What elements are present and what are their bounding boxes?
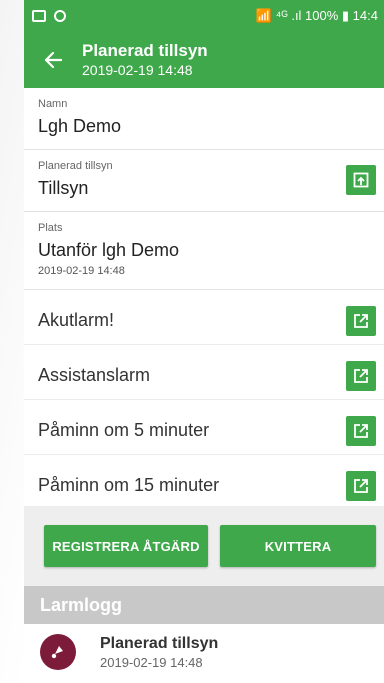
alarm-row-remind-15[interactable]: Påminn om 15 minuter xyxy=(24,455,384,506)
open-alarm-button[interactable] xyxy=(346,416,376,446)
ring-icon xyxy=(54,10,66,22)
alarm-row-remind-5[interactable]: Påminn om 5 minuter xyxy=(24,400,384,455)
visit-type-icon xyxy=(40,634,76,670)
field-planned-visit: Planerad tillsyn Tillsyn xyxy=(24,150,384,212)
page-title: Planerad tillsyn xyxy=(82,41,208,60)
log-item-title: Planerad tillsyn xyxy=(100,634,219,652)
open-details-button[interactable] xyxy=(346,165,376,195)
alarm-label: Påminn om 5 minuter xyxy=(38,420,210,440)
log-list-item[interactable]: Planerad tillsyn 2019-02-19 14:48 xyxy=(24,624,384,680)
external-link-icon xyxy=(354,314,368,328)
status-right: 📶 ⁴ᴳ .ıl 100% ▮ 14:4 xyxy=(255,8,378,23)
action-bar: REGISTRERA ÅTGÄRD KVITTERA xyxy=(24,506,384,586)
external-link-icon xyxy=(354,479,368,493)
field-location: Plats Utanför lgh Demo 2019-02-19 14:48 xyxy=(24,212,384,290)
alarm-label: Assistanslarm xyxy=(38,365,151,385)
alarm-label: Akutlarm! xyxy=(38,310,115,330)
alarm-row-acute[interactable]: Akutlarm! xyxy=(24,290,384,345)
alarm-row-assistance[interactable]: Assistanslarm xyxy=(24,345,384,400)
app-bar: Planerad tillsyn 2019-02-19 14:48 xyxy=(24,32,384,88)
log-header: Larmlogg xyxy=(24,586,384,624)
field-label: Planerad tillsyn xyxy=(38,160,113,172)
log-item-time: 2019-02-19 14:48 xyxy=(100,654,203,670)
app-screen: 📶 ⁴ᴳ .ıl 100% ▮ 14:4 Planerad tillsyn 20… xyxy=(24,0,384,683)
field-label: Plats xyxy=(38,222,63,234)
register-action-button[interactable]: REGISTRERA ÅTGÄRD xyxy=(44,525,208,567)
document-arrow-icon xyxy=(353,172,369,188)
field-value: Tillsyn xyxy=(38,178,89,198)
page-subtitle: 2019-02-19 14:48 xyxy=(82,62,193,78)
alarm-label: Påminn om 15 minuter xyxy=(38,475,220,495)
open-alarm-button[interactable] xyxy=(346,306,376,336)
field-label: Namn xyxy=(38,98,68,110)
field-name: Namn Lgh Demo xyxy=(24,88,384,150)
field-value: Lgh Demo xyxy=(38,116,122,136)
details-scroll[interactable]: Namn Lgh Demo Planerad tillsyn Tillsyn P… xyxy=(24,88,384,506)
status-bar: 📶 ⁴ᴳ .ıl 100% ▮ 14:4 xyxy=(24,0,384,32)
external-link-icon xyxy=(354,424,368,438)
open-alarm-button[interactable] xyxy=(346,471,376,501)
open-alarm-button[interactable] xyxy=(346,361,376,391)
field-value: Utanför lgh Demo xyxy=(38,240,180,260)
field-timestamp: 2019-02-19 14:48 xyxy=(38,265,125,277)
acknowledge-button[interactable]: KVITTERA xyxy=(220,525,376,567)
left-edge-decoration xyxy=(0,0,24,683)
external-link-icon xyxy=(354,369,368,383)
back-arrow-icon[interactable] xyxy=(24,52,82,68)
image-icon xyxy=(32,10,46,22)
